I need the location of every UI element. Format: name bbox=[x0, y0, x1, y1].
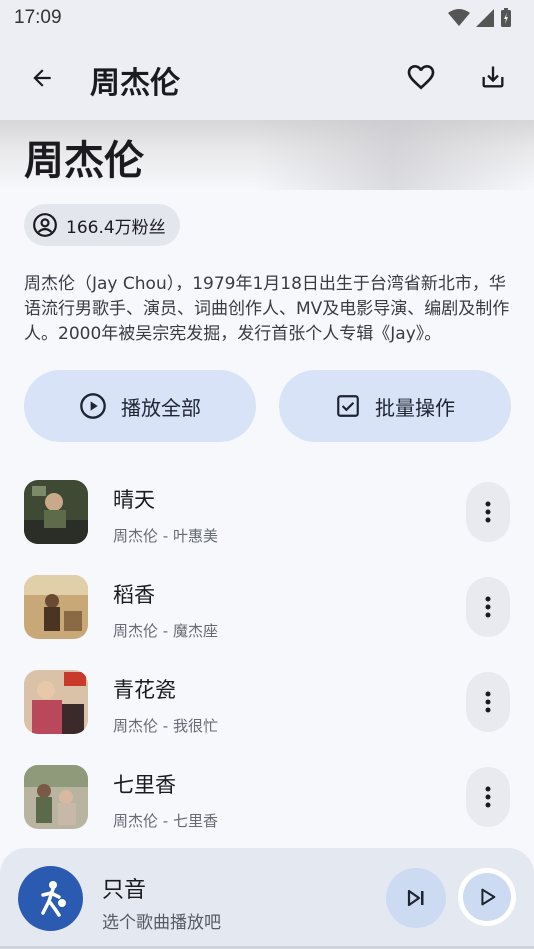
basketball-player-icon bbox=[40, 880, 66, 917]
song-title: 稻香 bbox=[113, 583, 155, 607]
play-all-button[interactable]: 播放全部 bbox=[24, 370, 256, 442]
song-row[interactable]: 青花瓷 周杰伦 - 我很忙 bbox=[0, 656, 534, 751]
song-subtitle: 周杰伦 - 七里香 bbox=[113, 812, 218, 830]
song-subtitle: 周杰伦 - 叶惠美 bbox=[113, 527, 218, 545]
battery-icon bbox=[501, 8, 511, 27]
status-icons bbox=[448, 8, 512, 28]
batch-operation-button[interactable]: 批量操作 bbox=[279, 370, 511, 442]
favorite-button[interactable] bbox=[400, 56, 442, 98]
skip-next-button[interactable] bbox=[386, 868, 446, 928]
artist-bio[interactable]: 周杰伦（Jay Chou），1979年1月18日出生于台湾省新北市，华语流行男歌… bbox=[24, 272, 512, 347]
player-title: 只音 bbox=[102, 878, 147, 903]
download-icon bbox=[482, 66, 504, 88]
wifi-icon bbox=[448, 9, 470, 26]
song-more-button[interactable] bbox=[466, 767, 510, 827]
more-vertical-icon bbox=[485, 501, 491, 523]
artist-name: 周杰伦 bbox=[24, 138, 144, 184]
skip-next-icon bbox=[407, 889, 424, 907]
account-circle-icon bbox=[33, 213, 57, 237]
song-row[interactable]: 晴天 周杰伦 - 叶惠美 bbox=[0, 466, 534, 561]
back-button[interactable] bbox=[22, 58, 62, 98]
album-cover bbox=[24, 480, 88, 544]
album-cover bbox=[24, 670, 88, 734]
player-avatar[interactable] bbox=[18, 866, 83, 931]
play-button[interactable] bbox=[458, 868, 516, 926]
status-bar: 17:09 bbox=[0, 0, 534, 36]
song-more-button[interactable] bbox=[466, 577, 510, 637]
checkbox-icon bbox=[337, 395, 359, 417]
signal-icon bbox=[476, 9, 494, 27]
song-list: 晴天 周杰伦 - 叶惠美 稻香 周杰伦 - 魔杰座 青花瓷 周杰伦 - 我很忙 … bbox=[0, 466, 534, 846]
fans-chip: 166.4万粉丝 bbox=[24, 204, 180, 246]
play-circle-icon bbox=[80, 393, 106, 419]
more-vertical-icon bbox=[485, 786, 491, 808]
mini-player[interactable]: 只音 选个歌曲播放吧 bbox=[0, 848, 534, 949]
song-more-button[interactable] bbox=[466, 482, 510, 542]
heart-icon bbox=[407, 65, 435, 90]
arrow-back-icon bbox=[33, 69, 51, 87]
more-vertical-icon bbox=[485, 691, 491, 713]
album-cover bbox=[24, 575, 88, 639]
fans-count: 166.4万粉丝 bbox=[66, 217, 166, 238]
song-title: 七里香 bbox=[113, 773, 176, 797]
song-more-button[interactable] bbox=[466, 672, 510, 732]
play-icon bbox=[481, 888, 496, 906]
play-button-inner[interactable] bbox=[463, 873, 511, 921]
app-bar: 周杰伦 bbox=[0, 36, 534, 120]
status-time: 17:09 bbox=[14, 7, 62, 28]
app-bar-title: 周杰伦 bbox=[90, 66, 180, 101]
song-subtitle: 周杰伦 - 魔杰座 bbox=[113, 622, 218, 640]
more-vertical-icon bbox=[485, 596, 491, 618]
song-subtitle: 周杰伦 - 我很忙 bbox=[113, 717, 218, 735]
album-cover bbox=[24, 765, 88, 829]
batch-operation-label: 批量操作 bbox=[375, 395, 455, 420]
song-title: 晴天 bbox=[113, 488, 155, 512]
song-row[interactable]: 稻香 周杰伦 - 魔杰座 bbox=[0, 561, 534, 656]
play-all-label: 播放全部 bbox=[121, 395, 201, 420]
download-button[interactable] bbox=[472, 56, 514, 98]
song-row[interactable]: 七里香 周杰伦 - 七里香 bbox=[0, 751, 534, 846]
song-title: 青花瓷 bbox=[113, 678, 176, 702]
player-subtitle: 选个歌曲播放吧 bbox=[102, 913, 221, 933]
